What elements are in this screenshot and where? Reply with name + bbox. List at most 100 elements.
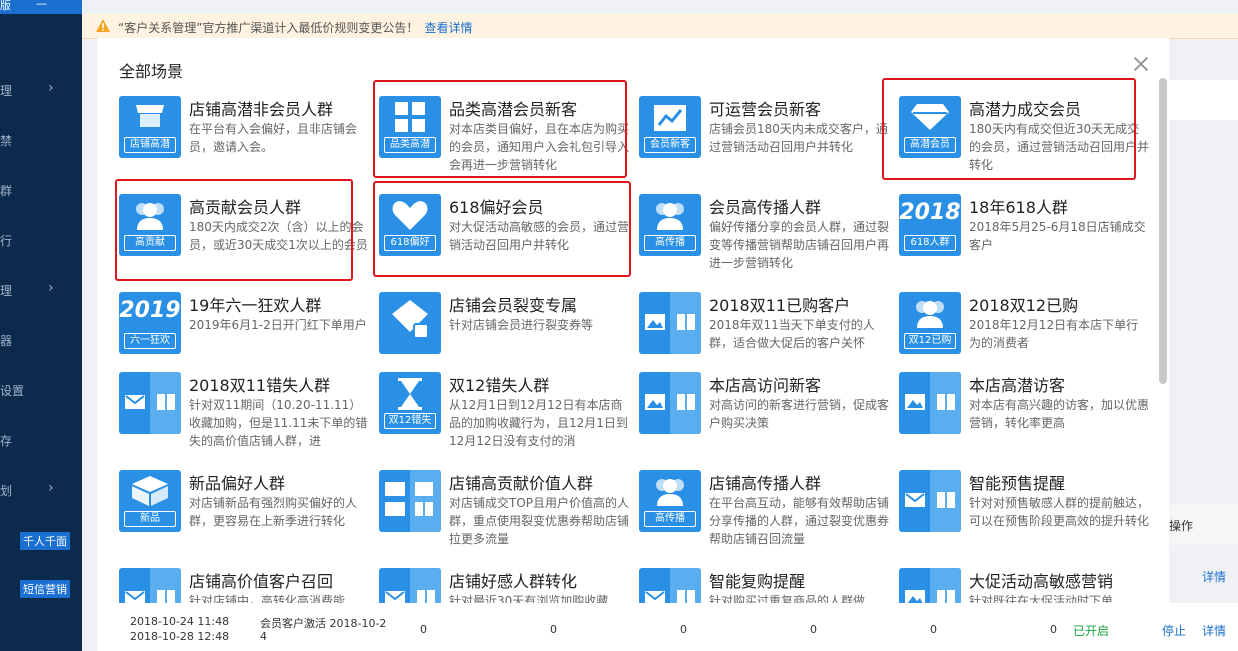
scene-card[interactable]: 高传播 店铺高传播人群 在平台高互动，能够有效帮助店铺分享传播的人群，通过裂变优惠券…	[639, 470, 889, 550]
scene-desc: 针对店铺中，高转化高消费能	[189, 594, 346, 603]
scrollbar-thumb[interactable]	[1159, 78, 1167, 384]
sidebar-item[interactable]: 存	[0, 432, 12, 449]
scene-title: 大促活动高敏感营销	[969, 572, 1114, 591]
notice-text: “客户关系管理”官方推广渠道计入最低价规则变更公告！	[118, 21, 419, 35]
scene-card[interactable]: 智能复购提醒针对购买过重复商品的人群做	[639, 568, 889, 603]
sidebar-header: 版 —	[0, 0, 82, 14]
scene-title: 2018双12已购	[969, 296, 1079, 315]
sidebar-collapse-icon[interactable]: —	[36, 0, 47, 10]
scene-card[interactable]: 店铺会员裂变专属 针对店铺会员进行裂变券等	[379, 292, 629, 372]
scene-title: 本店高访问新客	[709, 376, 822, 395]
scene-desc: 偏好传播分享的会员人群，通过裂变等传播营销帮助店铺召回用户再进一步营销转化	[709, 220, 889, 270]
scene-desc: 对店铺成交TOP且用户价值高的人群，重点使用裂变优惠券帮助店铺拉更多流量	[449, 496, 629, 546]
bg-row-num: 0	[680, 623, 687, 636]
people-icon: 高传播	[639, 470, 701, 532]
mail-book-icon	[899, 470, 961, 532]
scene-card[interactable]: 店铺高价值客户召回针对店铺中，高转化高消费能	[119, 568, 369, 603]
icon-label: 高传播	[644, 235, 696, 251]
sidebar-item[interactable]: 理	[0, 82, 12, 99]
notice-link[interactable]: 查看详情	[424, 21, 472, 35]
sidebar-item-qianren[interactable]: 千人千面	[20, 532, 70, 550]
scene-desc: 店铺会员180天内未成交客户，通过营销活动召回用户并转化	[709, 122, 888, 154]
multi-icon	[379, 470, 441, 532]
icon-label: 六一狂欢	[124, 333, 176, 349]
scene-title: 智能复购提醒	[709, 572, 806, 591]
icon-label: 会员新客	[644, 137, 696, 153]
scene-desc: 针对既往在大促活动时下单	[969, 594, 1114, 603]
sidebar-item[interactable]: 群	[0, 182, 12, 199]
scene-card[interactable]: 双12错失 双12错失人群 从12月1日到12月12日有本店商品的加购收藏行为，且1…	[379, 372, 629, 452]
bg-row-stop-link[interactable]: 停止	[1162, 622, 1186, 639]
sidebar-item[interactable]: 划	[0, 482, 12, 499]
notice-bar: “客户关系管理”官方推广渠道计入最低价规则变更公告！ 查看详情	[82, 14, 1238, 39]
scene-desc: 针对最近30天有浏览加购收藏	[449, 594, 609, 603]
scene-title: 会员高传播人群	[709, 198, 822, 217]
year-icon: 2018 618人群	[899, 194, 961, 256]
scene-card[interactable]: 2018 618人群 18年618人群 2018年5月25-6月18日店铺成交客户	[899, 194, 1149, 274]
scene-title: 18年618人群	[969, 198, 1068, 217]
people-icon: 高传播	[639, 194, 701, 256]
scene-card[interactable]: 店铺高潜 店铺高潜非会员人群在平台有入会偏好，且非店铺会员，邀请入会。	[119, 96, 369, 176]
scene-card[interactable]: 会员新客 可运营会员新客店铺会员180天内未成交客户，通过营销活动召回用户并转化	[639, 96, 889, 176]
scene-desc: 针对双11期间（10.20-11.11）收藏加购，但是11.11未下单的错失的高…	[189, 398, 368, 448]
store-icon: 店铺高潜	[119, 96, 181, 158]
scene-title: 19年六一狂欢人群	[189, 296, 322, 315]
scene-card[interactable]: 大促活动高敏感营销针对既往在大促活动时下单	[899, 568, 1149, 603]
scene-card[interactable]: 店铺好感人群转化针对最近30天有浏览加购收藏	[379, 568, 629, 603]
sidebar: 版 — 理 › 禁 群 行 理 › 器 设置 存 划 › 千人千面 短信营销	[0, 0, 82, 651]
scene-desc: 在平台高互动，能够有效帮助店铺分享传播的人群，通过裂变优惠券帮助店铺召回流量	[709, 496, 889, 546]
close-icon[interactable]	[1133, 56, 1149, 72]
scene-card[interactable]: 2018双11错失人群 针对双11期间（10.20-11.11）收藏加购，但是11…	[119, 372, 369, 452]
scene-desc: 在平台有入会偏好，且非店铺会员，邀请入会。	[189, 122, 358, 154]
chevron-right-icon: ›	[48, 80, 54, 96]
bg-row-name1: 会员客户激活 2018-10-2	[260, 617, 387, 630]
bg-row-detail-link[interactable]: 详情	[1202, 622, 1226, 639]
bg-row-num: 0	[1050, 623, 1057, 636]
bg-row-num: 0	[930, 623, 937, 636]
mail-book-icon	[119, 372, 181, 434]
bg-row-num: 0	[550, 623, 557, 636]
scene-card[interactable]: 新品 新品偏好人群 对店铺新品有强烈购买偏好的人群，更容易在上新季进行转化	[119, 470, 369, 550]
scene-title: 店铺高潜非会员人群	[189, 100, 334, 119]
image-book-icon	[899, 372, 961, 434]
scene-card[interactable]: 2018双11已购客户 2018年双11当天下单支付的人群，适合做大促后的客户关怀	[639, 292, 889, 372]
scene-title: 店铺高贡献价值人群	[449, 474, 594, 493]
warning-icon	[96, 19, 110, 32]
scene-card[interactable]: 本店高潜访客 对本店有高兴趣的访客，加以优惠营销，转化率更高	[899, 372, 1149, 452]
highlight-box	[882, 78, 1136, 180]
chevron-right-icon: ›	[48, 280, 54, 296]
image-book-icon	[639, 372, 701, 434]
scene-desc: 针对购买过重复商品的人群做	[709, 594, 866, 603]
sidebar-item[interactable]: 禁	[0, 132, 12, 149]
bg-detail-link[interactable]: 详情	[1202, 568, 1226, 585]
chevron-right-icon: ›	[48, 480, 54, 496]
scene-desc: 对高访问的新客进行营销，促成客户购买决策	[709, 398, 889, 430]
scene-desc: 对店铺新品有强烈购买偏好的人群，更容易在上新季进行转化	[189, 496, 358, 528]
sidebar-item[interactable]: 理	[0, 282, 12, 299]
scene-title: 可运营会员新客	[709, 100, 822, 119]
mail-book-icon	[639, 568, 701, 603]
scene-card[interactable]: 店铺高贡献价值人群对店铺成交TOP且用户价值高的人群，重点使用裂变优惠券帮助店铺…	[379, 470, 629, 550]
year-text: 2018	[899, 200, 961, 225]
sidebar-item-sms[interactable]: 短信营销	[20, 580, 70, 598]
hourglass-icon: 双12错失	[379, 372, 441, 434]
scene-card[interactable]: 双12已购 2018双12已购 2018年12月12日有本店下单行为的消费者	[899, 292, 1149, 372]
scene-card[interactable]: 高传播 会员高传播人群偏好传播分享的会员人群，通过裂变等传播营销帮助店铺召回用户再…	[639, 194, 889, 274]
scene-title: 店铺好感人群转化	[449, 572, 578, 591]
sidebar-item[interactable]: 器	[0, 332, 12, 349]
scene-card[interactable]: 2019 六一狂欢 19年六一狂欢人群 2019年6月1-2日开门红下单用户	[119, 292, 369, 372]
bg-col-header: 操作	[1169, 519, 1194, 533]
icon-label: 高传播	[644, 511, 696, 527]
scene-card[interactable]: 本店高访问新客对高访问的新客进行营销，促成客户购买决策	[639, 372, 889, 452]
scene-title: 店铺会员裂变专属	[449, 296, 578, 315]
scene-desc: 对本店有高兴趣的访客，加以优惠营销，转化率更高	[969, 398, 1149, 430]
highlight-box	[373, 80, 627, 178]
bg-row-name2: 4	[260, 630, 267, 643]
scene-title: 新品偏好人群	[189, 474, 286, 493]
sidebar-item[interactable]: 设置	[0, 382, 24, 399]
scene-title: 店铺高价值客户召回	[189, 572, 334, 591]
bg-row-num: 0	[810, 623, 817, 636]
scene-card[interactable]: 智能预售提醒 针对对预售敏感人群的提前触达，可以在预售阶段更高效的提升转化	[899, 470, 1149, 550]
fission-icon	[379, 292, 441, 354]
sidebar-item[interactable]: 行	[0, 232, 12, 249]
